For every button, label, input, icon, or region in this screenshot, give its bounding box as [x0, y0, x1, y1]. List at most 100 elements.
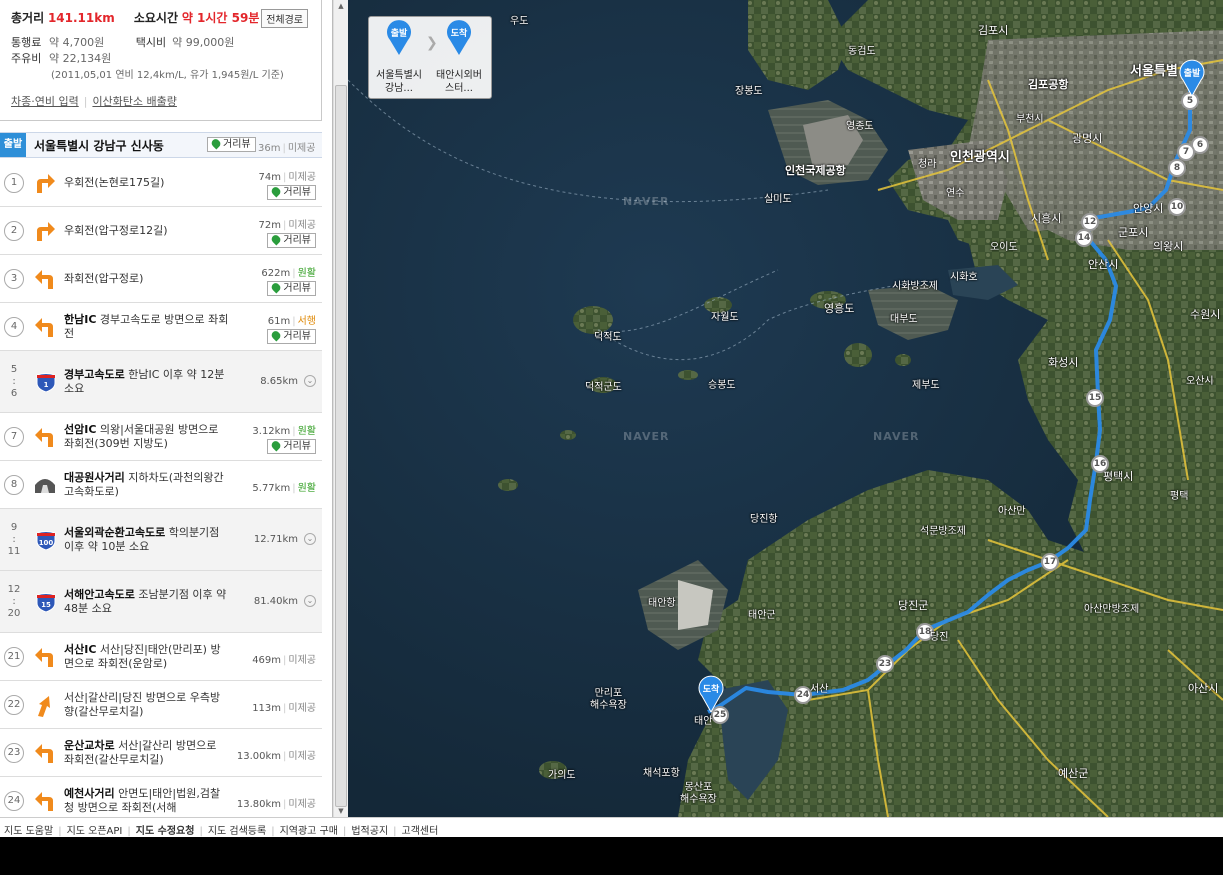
map-label: 석문방조제: [920, 526, 966, 537]
panel-scrollbar[interactable]: ▲ ▼: [333, 0, 348, 817]
map-label: 오산시: [1186, 376, 1214, 387]
footer-link[interactable]: 지도 오픈API: [67, 826, 123, 837]
route-step[interactable]: 8 대공원사거리 지하차도(과천의왕간고속화도로) 5.77km | 원활: [0, 461, 322, 509]
end-map-pin-icon[interactable]: 도착: [697, 672, 725, 712]
map-label: 아산시: [1188, 682, 1219, 695]
satellite-map[interactable]: 5 6 7 8 10 12 14 15 16 17 18 23 24 25 NAVER NAVER NAV…: [348, 0, 1223, 817]
route-step[interactable]: 21 서산IC 서산|당진|태안(만리포) 방면으로 좌회전(운암로) 469m | 미…: [0, 633, 322, 681]
map-label: 평택: [1170, 491, 1189, 502]
step-number: 24: [4, 791, 24, 811]
step-distance: 113m | 미제공: [252, 703, 316, 714]
route-card[interactable]: 출발 ❯ 도착 서울특별시 강남... 태안시외버스터...: [368, 16, 492, 99]
streetview-button[interactable]: 거리뷰: [267, 329, 316, 344]
map-label: 예산군: [1058, 767, 1089, 780]
step-number: 2: [4, 221, 24, 241]
waypoint-marker[interactable]: 17: [1041, 553, 1059, 571]
step-number: 22: [4, 695, 24, 715]
map-label: 덕적군도: [585, 382, 622, 393]
expand-icon[interactable]: ⌄: [304, 375, 316, 387]
map-label: 안양시: [1133, 202, 1164, 215]
taxi-value: 약 99,000원: [172, 36, 235, 49]
vehicle-fuel-link[interactable]: 차종·연비 입력: [11, 95, 79, 108]
map-label: 우도: [510, 16, 529, 27]
step-number-range: 9:11: [7, 522, 21, 557]
route-step[interactable]: 9:11 100 서울외곽순환고속도로 학의분기점 이후 약 10분 소요 12.71…: [0, 509, 322, 571]
streetview-button[interactable]: 거리뷰: [207, 137, 256, 152]
fuel-note: (2011,05,01 연비 12,4km/L, 유가 1,945원/L 기준): [51, 70, 284, 81]
route-step[interactable]: 7 선암IC 의왕|서울대공원 방면으로 좌회전(309번 지방도) 3.12km |…: [0, 413, 322, 461]
step-number: 21: [4, 647, 24, 667]
route-step[interactable]: 2 우회전(압구정로12길) 72m | 미제공 거리뷰: [0, 207, 322, 255]
waypoint-marker[interactable]: 8: [1168, 159, 1186, 177]
turn-arrow-icon: [33, 693, 57, 717]
waypoint-marker[interactable]: 10: [1168, 198, 1186, 216]
route-end-text: 태안시외버스터...: [436, 70, 482, 94]
step-distance: 3.12km | 원활: [252, 426, 316, 437]
highway-shield-icon: 100: [36, 531, 56, 550]
start-map-pin-icon[interactable]: 출발: [1178, 56, 1206, 96]
scroll-down-icon[interactable]: ▼: [335, 805, 347, 817]
step-distance: 622m | 원활: [261, 268, 316, 279]
route-step[interactable]: 23 운산교차로 서산|갈산리 방면으로 좌회전(갈산무로치길) 13.00km | 미…: [0, 729, 322, 777]
toll-label: 통행료: [11, 36, 42, 49]
step-distance: 8.65km ⌄: [260, 375, 316, 387]
step-distance: 5.77km | 원활: [252, 483, 316, 494]
step-text: 경부고속도로 한남IC 이후 약 12분 소요: [64, 368, 225, 395]
map-label: 당진군: [898, 599, 929, 612]
streetview-button[interactable]: 거리뷰: [267, 281, 316, 296]
map-label: 시화호: [950, 272, 978, 283]
directions-panel: 총거리 141.11km 소요시간 약 1시간 59분 전체경로 통행료 약 4,…: [0, 0, 333, 817]
streetview-button[interactable]: 거리뷰: [267, 185, 316, 200]
footer-link[interactable]: 법적공지: [351, 826, 388, 837]
footer-link[interactable]: 고객센터: [402, 826, 439, 837]
scroll-up-icon[interactable]: ▲: [335, 0, 347, 12]
co2-link[interactable]: 이산화탄소 배출량: [92, 95, 176, 108]
turn-arrow-icon: [33, 219, 57, 243]
map-label: 연수: [946, 188, 965, 199]
route-step[interactable]: 4 한남IC 경부고속도로 방면으로 좌회전 61m | 서행 거리뷰: [0, 303, 322, 351]
expand-icon[interactable]: ⌄: [304, 533, 316, 545]
route-step[interactable]: 12:20 15 서해안고속도로 조남분기점 이후 약 48분 소요 81.40km ⌄: [0, 571, 322, 633]
footer-link[interactable]: 지역광고 구매: [280, 826, 338, 837]
total-distance-value: 141.11km: [47, 11, 115, 25]
footer-link[interactable]: 지도 검색등록: [208, 826, 266, 837]
toll-taxi-row: 통행료 약 4,700원 택시비 약 99,000원: [11, 34, 321, 50]
map-label: 시화방조제: [892, 281, 938, 292]
map-label: 청라: [918, 159, 937, 170]
streetview-button[interactable]: 거리뷰: [267, 439, 316, 454]
streetview-button[interactable]: 거리뷰: [267, 233, 316, 248]
step-number: 8: [4, 475, 24, 495]
turn-arrow-icon: [33, 315, 57, 339]
step-number: 1: [4, 173, 24, 193]
route-step[interactable]: 1 우회전(논현로175길) 74m | 미제공 거리뷰: [0, 159, 322, 207]
travel-time-value: 약 1시간 59분: [181, 11, 260, 25]
map-label: 만리포 해수욕장: [590, 688, 627, 711]
waypoint-marker[interactable]: 7: [1177, 143, 1195, 161]
full-route-button[interactable]: 전체경로: [261, 9, 308, 28]
map-label: 영흥도: [824, 302, 855, 315]
pin-icon: [209, 137, 223, 150]
footer-link[interactable]: 지도 수정요청: [136, 826, 195, 837]
route-step[interactable]: 5:6 1 경부고속도로 한남IC 이후 약 12분 소요 8.65km ⌄: [0, 351, 322, 413]
map-label: 대부도: [890, 314, 918, 325]
map-label: 군포시: [1118, 226, 1149, 239]
scroll-thumb[interactable]: [335, 85, 347, 807]
route-step[interactable]: 3 좌회전(압구정로) 622m | 원활 거리뷰: [0, 255, 322, 303]
start-row[interactable]: 출발 서울특별시 강남구 신사동 거리뷰 36m | 미제공: [0, 132, 322, 158]
map-label: 당진항: [750, 514, 778, 525]
map-label: 서울특별: [1130, 64, 1178, 79]
route-step[interactable]: 24 예천사거리 안면도|태안|법원,검찰청 방면으로 좌회전(서해 13.80km…: [0, 777, 322, 817]
footer-link[interactable]: 지도 도움말: [4, 826, 53, 837]
step-text: 서산|갈산리|당진 방면으로 우측방향(갈산무로치길): [64, 691, 221, 718]
waypoint-marker[interactable]: 23: [876, 655, 894, 673]
route-step[interactable]: 22 서산|갈산리|당진 방면으로 우측방향(갈산무로치길) 113m | 미제공: [0, 681, 322, 729]
watermark: NAVER: [873, 430, 920, 443]
step-number: 4: [4, 317, 24, 337]
waypoint-marker[interactable]: 15: [1086, 389, 1104, 407]
route-summary: 총거리 141.11km 소요시간 약 1시간 59분 전체경로 통행료 약 4,…: [0, 0, 322, 121]
expand-icon[interactable]: ⌄: [304, 595, 316, 607]
step-text: 선암IC 의왕|서울대공원 방면으로 좌회전(309번 지방도): [64, 423, 219, 450]
waypoint-marker[interactable]: 14: [1075, 229, 1093, 247]
svg-text:출발: 출발: [391, 27, 408, 39]
step-text: 우회전(논현로175길): [64, 176, 165, 189]
